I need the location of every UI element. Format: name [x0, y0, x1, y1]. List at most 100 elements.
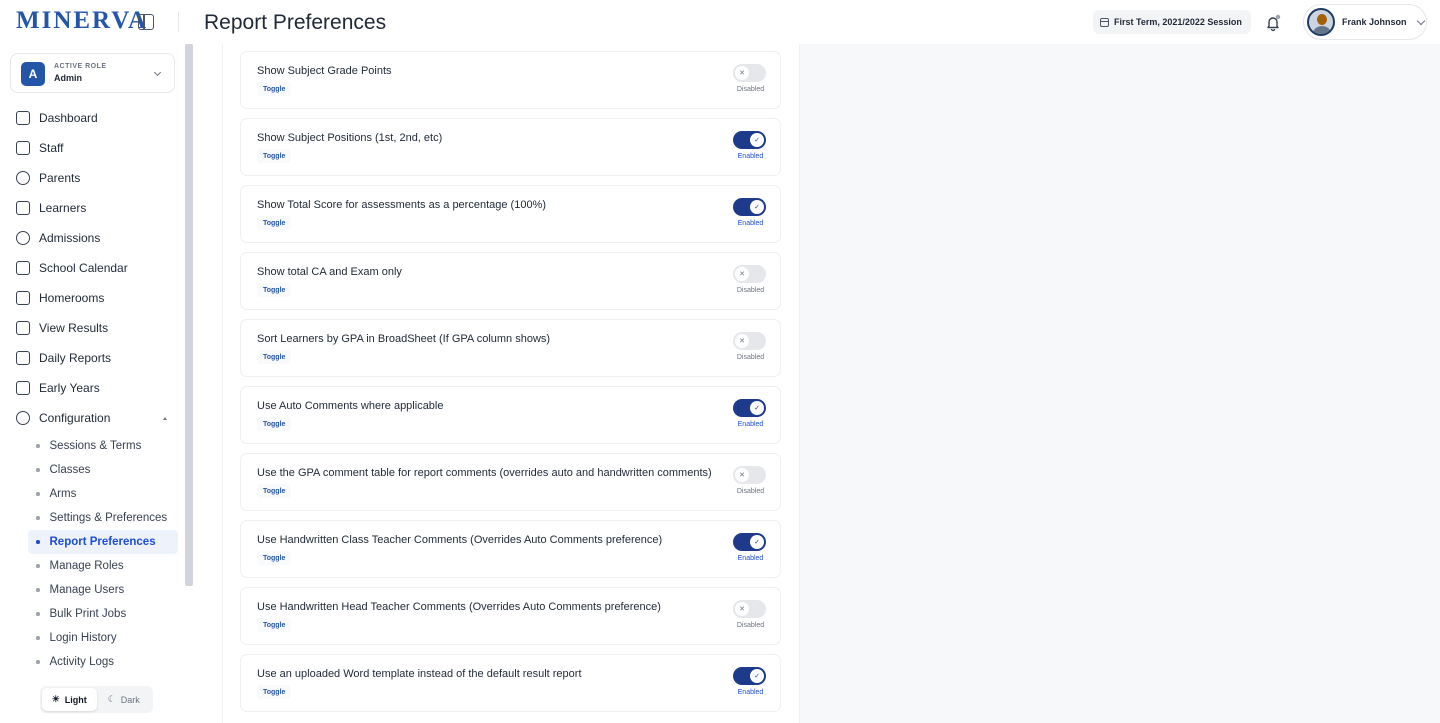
preference-toggle[interactable]: ✓ — [733, 533, 766, 551]
submenu-item-manage-users[interactable]: Manage Users — [28, 578, 178, 602]
sidebar-item-configuration[interactable]: Configuration — [0, 403, 184, 433]
toggle-knob: ✓ — [750, 200, 764, 214]
preference-title: Use an uploaded Word template instead of… — [257, 668, 582, 680]
sidebar-item-dashboard[interactable]: Dashboard — [0, 103, 184, 133]
preference-card: Use the GPA comment table for report com… — [240, 453, 781, 511]
toggle-knob: ✕ — [735, 602, 749, 616]
sidebar: A ACTIVE ROLE Admin Dashboard Staff Pare… — [0, 44, 194, 723]
configuration-submenu: Sessions & Terms Classes Arms Settings &… — [0, 434, 184, 674]
reports-icon — [16, 351, 30, 365]
toggle-state-label: Disabled — [736, 622, 765, 629]
user-menu[interactable]: Frank Johnson — [1303, 4, 1427, 40]
preference-type-badge: Toggle — [257, 82, 292, 96]
toggle-state-label: Disabled — [736, 488, 765, 495]
toggle-state-label: Enabled — [737, 421, 764, 428]
toggle-knob: ✕ — [735, 267, 749, 281]
preference-toggle[interactable]: ✕ — [733, 265, 766, 283]
sidebar-item-daily-reports[interactable]: Daily Reports — [0, 343, 184, 373]
preference-type-badge: Toggle — [257, 216, 292, 230]
submenu-item-report-preferences[interactable]: Report Preferences — [28, 530, 178, 554]
sidebar-item-school-calendar[interactable]: School Calendar — [0, 253, 184, 283]
toggle-state-label: Disabled — [736, 354, 765, 361]
preference-toggle[interactable]: ✕ — [733, 332, 766, 350]
toggle-knob: ✓ — [750, 133, 764, 147]
theme-switch: ☀ Light ☾ Dark — [40, 686, 153, 713]
sidebar-item-parents[interactable]: Parents — [0, 163, 184, 193]
moon-icon: ☾ — [107, 694, 116, 704]
preference-toggle[interactable]: ✓ — [733, 131, 766, 149]
sidebar-scrollbar[interactable] — [185, 44, 193, 586]
sidebar-item-label: View Results — [39, 321, 109, 335]
empty-area — [800, 44, 1440, 723]
chevron-down-icon — [1416, 16, 1425, 25]
toggle-knob: ✕ — [735, 334, 749, 348]
avatar — [1307, 8, 1335, 36]
submenu-item-manage-roles[interactable]: Manage Roles — [28, 554, 178, 578]
sidebar-item-homerooms[interactable]: Homerooms — [0, 283, 184, 313]
role-label: ACTIVE ROLE — [54, 63, 107, 70]
toggle-knob: ✓ — [750, 669, 764, 683]
preference-toggle[interactable]: ✓ — [733, 198, 766, 216]
sidebar-item-label: Configuration — [39, 411, 111, 425]
preference-card: Use Handwritten Class Teacher Comments (… — [240, 520, 781, 578]
sidebar-item-staff[interactable]: Staff — [0, 133, 184, 163]
active-role-selector[interactable]: A ACTIVE ROLE Admin — [10, 53, 175, 93]
session-selector[interactable]: First Term, 2021/2022 Session — [1093, 10, 1251, 34]
toggle-state-label: Enabled — [737, 689, 764, 696]
toggle-state-label: Disabled — [736, 287, 765, 294]
preference-card: Show Subject Positions (1st, 2nd, etc) T… — [240, 118, 781, 176]
preference-toggle[interactable]: ✓ — [733, 667, 766, 685]
preference-card: Use an uploaded Word template instead of… — [240, 654, 781, 712]
toggle-state-label: Disabled — [736, 86, 765, 93]
preference-toggle[interactable]: ✓ — [733, 399, 766, 417]
role-value: Admin — [54, 73, 82, 83]
sidebar-nav: Dashboard Staff Parents Learners Admissi… — [0, 103, 184, 674]
calendar-icon — [16, 261, 30, 275]
minerva-logo[interactable]: MINERVA — [16, 7, 148, 35]
parents-icon — [16, 171, 30, 185]
sidebar-item-label: Admissions — [39, 231, 101, 245]
preference-toggle[interactable]: ✕ — [733, 64, 766, 82]
submenu-item-arms[interactable]: Arms — [28, 482, 178, 506]
preference-type-badge: Toggle — [257, 417, 292, 431]
preference-card: Show Total Score for assessments as a pe… — [240, 185, 781, 243]
light-theme-button[interactable]: ☀ Light — [42, 688, 97, 711]
sidebar-toggle-icon[interactable] — [138, 14, 154, 30]
toggle-state-label: Enabled — [737, 220, 764, 227]
user-name: Frank Johnson — [1342, 17, 1407, 27]
preference-type-badge: Toggle — [257, 149, 292, 163]
sidebar-item-admissions[interactable]: Admissions — [0, 223, 184, 253]
gear-icon — [16, 411, 30, 425]
chevron-down-icon — [153, 68, 162, 77]
sidebar-item-view-results[interactable]: View Results — [0, 313, 184, 343]
preference-toggle[interactable]: ✕ — [733, 466, 766, 484]
preference-toggle[interactable]: ✕ — [733, 600, 766, 618]
bell-icon[interactable] — [1264, 14, 1282, 32]
sidebar-item-label: Early Years — [39, 381, 100, 395]
sidebar-item-early-years[interactable]: Early Years — [0, 373, 184, 403]
submenu-item-login-history[interactable]: Login History — [28, 626, 178, 650]
preference-title: Show Subject Positions (1st, 2nd, etc) — [257, 132, 443, 144]
submenu-item-settings-preferences[interactable]: Settings & Preferences — [28, 506, 178, 530]
preference-title: Show total CA and Exam only — [257, 266, 402, 278]
preference-type-badge: Toggle — [257, 350, 292, 364]
submenu-item-activity-logs[interactable]: Activity Logs — [28, 650, 178, 674]
session-label: First Term, 2021/2022 Session — [1114, 17, 1242, 27]
preference-type-badge: Toggle — [257, 618, 292, 632]
homerooms-icon — [16, 291, 30, 305]
preference-card: Use Handwritten Head Teacher Comments (O… — [240, 587, 781, 645]
page-title: Report Preferences — [204, 11, 387, 34]
submenu-item-bulk-print-jobs[interactable]: Bulk Print Jobs — [28, 602, 178, 626]
preference-card: Use Auto Comments where applicable Toggl… — [240, 386, 781, 444]
submenu-item-sessions-terms[interactable]: Sessions & Terms — [28, 434, 178, 458]
sidebar-item-label: School Calendar — [39, 261, 128, 275]
toggle-state-label: Enabled — [737, 153, 764, 160]
top-bar: MINERVA Report Preferences First Term, 2… — [0, 0, 1440, 44]
dashboard-icon — [16, 111, 30, 125]
role-avatar: A — [21, 62, 45, 86]
sidebar-item-learners[interactable]: Learners — [0, 193, 184, 223]
dark-theme-button[interactable]: ☾ Dark — [97, 688, 152, 711]
preference-title: Use Handwritten Head Teacher Comments (O… — [257, 601, 661, 613]
submenu-item-classes[interactable]: Classes — [28, 458, 178, 482]
sidebar-item-label: Homerooms — [39, 291, 105, 305]
